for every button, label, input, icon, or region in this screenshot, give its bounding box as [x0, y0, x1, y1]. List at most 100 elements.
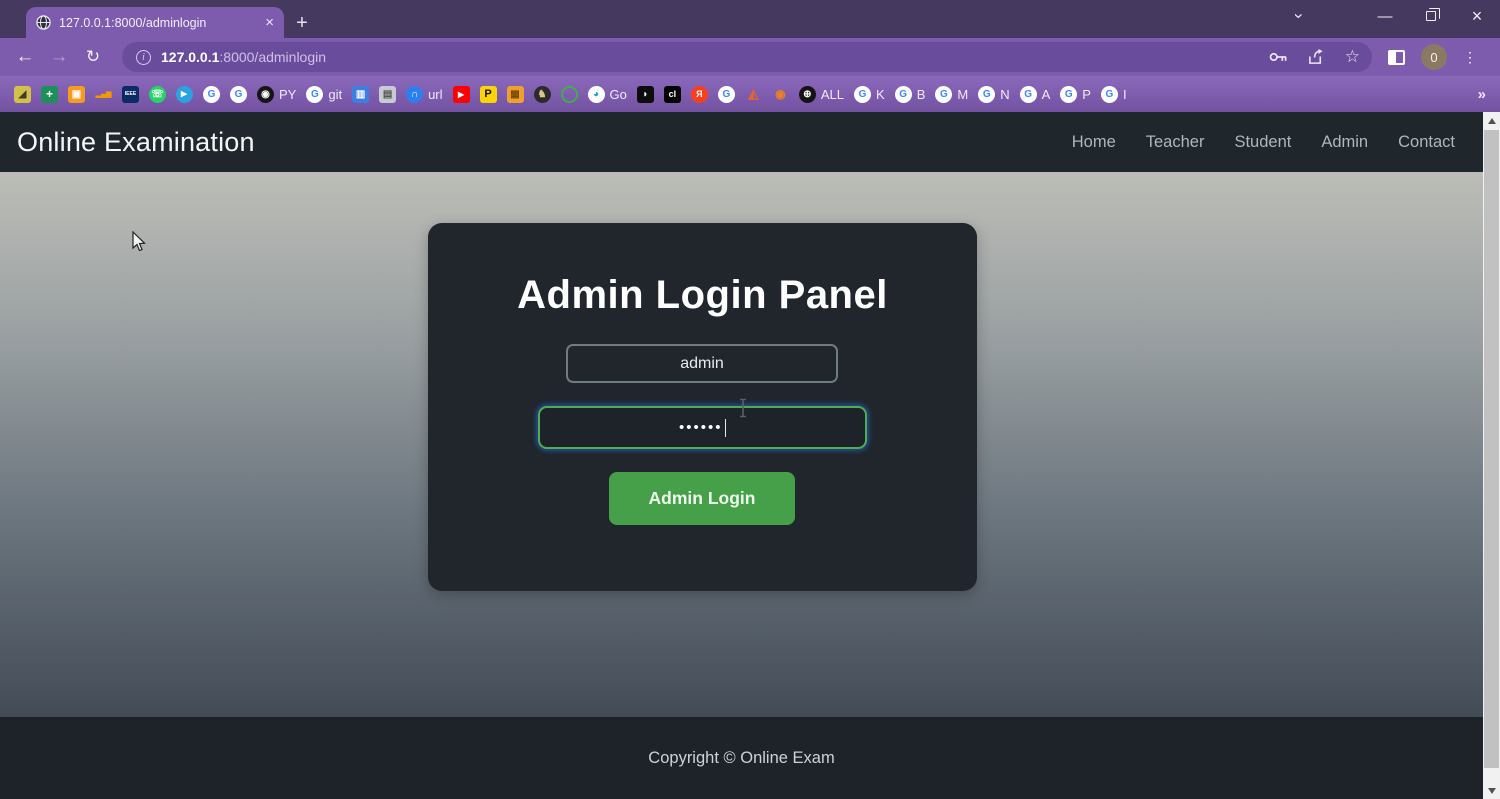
scrollbar-up-arrow-icon[interactable] — [1483, 112, 1500, 129]
bookmark-google-p[interactable]: GP — [1060, 85, 1091, 103]
login-card: Admin Login Panel •••••• Admin Login — [428, 223, 977, 591]
google-b-label: B — [916, 86, 926, 102]
bookmark-google-3[interactable]: G — [717, 85, 735, 103]
bookmark-p-yellow[interactable]: P — [479, 85, 497, 103]
page-scrollbar[interactable] — [1483, 112, 1500, 799]
shortener-icon: ∩ — [406, 85, 424, 103]
admin-login-button[interactable]: Admin Login — [609, 472, 795, 525]
telegram-icon: ◀ — [176, 85, 193, 103]
google-m-label: M — [957, 86, 969, 102]
share-icon[interactable] — [1308, 49, 1325, 65]
bookmark-google-git[interactable]: Ggit — [306, 85, 342, 103]
bookmark-green-ring[interactable] — [560, 85, 578, 103]
bookmark-sheets[interactable]: + — [41, 85, 58, 103]
restore-icon — [1426, 7, 1440, 21]
bookmark-youtube[interactable]: ▶ — [452, 85, 470, 103]
google-k-icon: G — [854, 85, 872, 103]
tab-search-chevron-icon[interactable]: › — [1283, 0, 1315, 39]
bookmarks-overflow-chevron-icon[interactable]: » — [1478, 86, 1486, 103]
bookmark-go-swirl[interactable]: ◕ Go — [587, 85, 627, 103]
browser-toolbar: ← → ↻ i 127.0.0.1:8000/adminlogin ☆ 0 ⋮ — [0, 38, 1500, 76]
scrollbar-down-arrow-icon[interactable] — [1483, 782, 1500, 799]
google-i-icon: G — [1100, 85, 1118, 103]
bookmark-ieee[interactable]: IEEE — [122, 85, 139, 103]
google-1-icon: G — [203, 85, 220, 103]
restore-button[interactable] — [1408, 0, 1454, 32]
google-git-icon: G — [306, 85, 324, 103]
page-body: Admin Login Panel •••••• Admin Login — [0, 172, 1483, 717]
youtube-icon: ▶ — [452, 85, 470, 103]
bookmark-ads[interactable]: ◢ — [14, 85, 31, 103]
github-label: PY — [279, 86, 297, 102]
shortener-label: url — [428, 86, 443, 102]
google-3-icon: G — [717, 85, 735, 103]
bookmark-briefcase[interactable]: ▤ — [379, 85, 397, 103]
site-info-icon[interactable]: i — [136, 49, 151, 65]
nav-link-student[interactable]: Student — [1234, 133, 1291, 152]
nav-link-admin[interactable]: Admin — [1321, 133, 1368, 152]
back-button[interactable]: ← — [8, 46, 42, 68]
mouse-cursor-icon — [132, 231, 146, 252]
profile-avatar[interactable]: 0 — [1421, 44, 1447, 70]
bookmark-shortener[interactable]: ∩ url — [406, 85, 443, 103]
bookmark-google-1[interactable]: G — [203, 85, 220, 103]
bookmark-google-m[interactable]: GM — [935, 85, 969, 103]
bookmark-google-b[interactable]: GB — [894, 85, 926, 103]
bookmark-film[interactable]: ▥ — [352, 85, 370, 103]
address-bar[interactable]: i 127.0.0.1:8000/adminlogin ☆ — [122, 42, 1372, 72]
username-input[interactable] — [566, 344, 838, 383]
google-m-icon: G — [935, 85, 953, 103]
nav-link-home[interactable]: Home — [1072, 133, 1116, 152]
bookmark-telegram[interactable]: ◀ — [176, 85, 193, 103]
minimize-button[interactable]: — — [1362, 0, 1408, 32]
bookmark-analytics[interactable]: ▂▄▆ — [95, 86, 112, 103]
google-a-icon: G — [1019, 85, 1037, 103]
google-n-label: N — [1000, 86, 1010, 102]
bookmark-google-a[interactable]: GA — [1019, 85, 1050, 103]
scrollbar-thumb[interactable] — [1484, 130, 1499, 768]
bookmark-black-bird[interactable]: ◗ — [636, 85, 654, 103]
bookmark-google-n[interactable]: GN — [978, 85, 1010, 103]
bookmark-yandex[interactable]: Я — [690, 85, 708, 103]
tab-close-icon[interactable]: × — [265, 15, 274, 30]
sheets-icon: + — [41, 85, 58, 103]
globe-favicon-icon — [36, 15, 51, 30]
bookmark-google-k[interactable]: GK — [854, 85, 885, 103]
google-2-icon: G — [230, 85, 247, 103]
new-tab-button[interactable]: + — [288, 9, 316, 37]
active-tab[interactable]: 127.0.0.1:8000/adminlogin × — [26, 7, 284, 38]
password-key-icon[interactable] — [1269, 51, 1288, 63]
google-b-icon: G — [894, 85, 912, 103]
google-p-label: P — [1082, 86, 1091, 102]
bookmark-movie-cam[interactable]: ▦ — [506, 85, 524, 103]
film-icon: ▥ — [352, 85, 370, 103]
site-navbar: Online Examination Home Teacher Student … — [0, 112, 1483, 172]
bookmark-dark-bird[interactable]: ♞ — [533, 85, 551, 103]
go-swirl-icon: ◕ — [587, 85, 605, 103]
tab-title: 127.0.0.1:8000/adminlogin — [59, 15, 207, 30]
google-n-icon: G — [978, 85, 996, 103]
bookmark-camera[interactable]: ▣ — [68, 85, 85, 103]
ibeam-cursor-icon — [740, 398, 746, 418]
google-p-icon: G — [1060, 85, 1078, 103]
bookmark-github[interactable]: ◉ PY — [257, 85, 297, 103]
camera-icon: ▣ — [68, 85, 85, 103]
bookmark-matlab[interactable]: ◭ — [745, 86, 762, 103]
bookmark-star-icon[interactable]: ☆ — [1345, 47, 1360, 67]
side-panel-icon[interactable] — [1388, 49, 1405, 65]
site-brand[interactable]: Online Examination — [17, 127, 255, 158]
bookmark-whatsapp[interactable]: ☏ — [149, 85, 166, 103]
bookmark-google-i[interactable]: GI — [1100, 85, 1127, 103]
bookmark-google-2[interactable]: G — [230, 85, 247, 103]
close-button[interactable]: × — [1454, 0, 1500, 32]
nav-link-teacher[interactable]: Teacher — [1146, 133, 1205, 152]
nav-link-contact[interactable]: Contact — [1398, 133, 1455, 152]
bookmark-eye[interactable]: ◉ — [772, 86, 789, 103]
bookmark-cl[interactable]: cl — [663, 85, 681, 103]
password-input[interactable]: •••••• — [538, 406, 867, 449]
url-host: 127.0.0.1 — [161, 49, 220, 65]
bookmark-globe-all[interactable]: ⊕ ALL — [798, 85, 844, 103]
reload-button[interactable]: ↻ — [76, 47, 110, 67]
github-icon: ◉ — [257, 85, 274, 103]
menu-kebab-icon[interactable]: ⋮ — [1463, 50, 1477, 64]
